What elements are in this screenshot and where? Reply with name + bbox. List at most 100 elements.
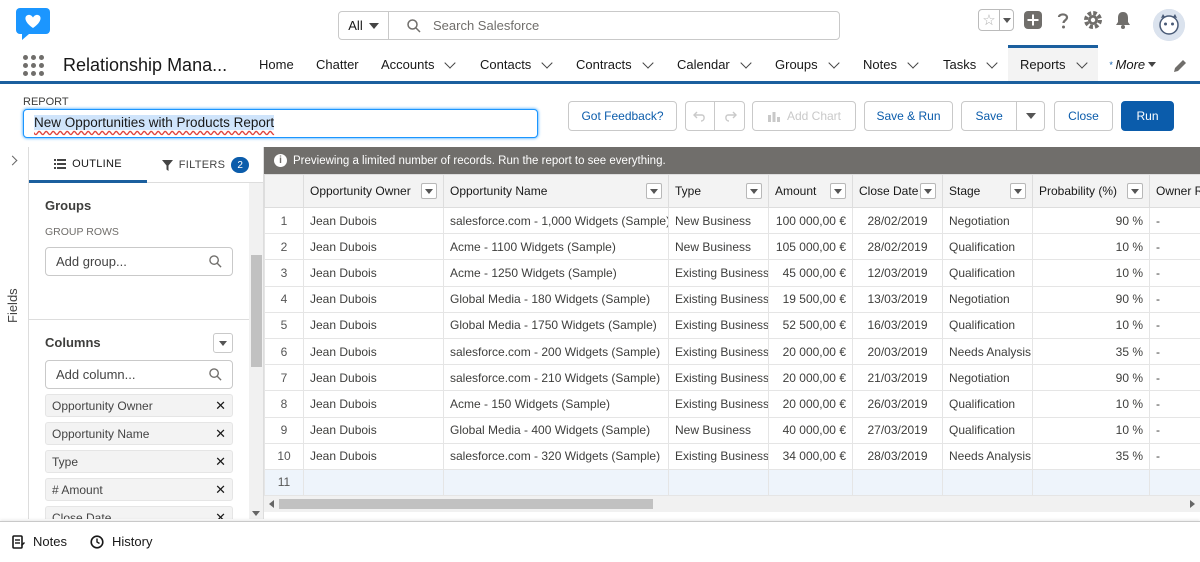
- columns-options-dropdown[interactable]: [213, 333, 233, 353]
- remove-column-icon[interactable]: ✕: [215, 510, 226, 520]
- table-row[interactable]: 1 Jean Dubois salesforce.com - 1,000 Widge…: [264, 206, 1200, 235]
- gear-icon[interactable]: [1082, 9, 1104, 31]
- table-cell[interactable]: Jean Dubois: [303, 285, 444, 313]
- report-name-input[interactable]: New Opportunities with Products Report: [23, 109, 538, 138]
- table-cell[interactable]: 105 000,00 €: [768, 233, 853, 261]
- table-cell[interactable]: -: [1149, 442, 1200, 470]
- scroll-left-arrow-icon[interactable]: [269, 500, 274, 508]
- table-cell[interactable]: Jean Dubois: [303, 206, 444, 235]
- nav-item-home[interactable]: Home: [259, 48, 294, 81]
- favorites-button[interactable]: ☆: [978, 9, 1014, 31]
- table-cell[interactable]: 20 000,00 €: [768, 337, 853, 366]
- utility-history[interactable]: History: [90, 534, 152, 549]
- table-cell[interactable]: 21/03/2019: [852, 364, 943, 392]
- table-row[interactable]: 6 Jean Dubois salesforce.com - 200 Widgets…: [264, 337, 1200, 366]
- table-cell[interactable]: 20 000,00 €: [768, 364, 853, 392]
- column-header[interactable]: Opportunity Owner: [303, 174, 444, 208]
- table-cell[interactable]: 10 %: [1032, 259, 1150, 287]
- table-cell[interactable]: Jean Dubois: [303, 442, 444, 470]
- table-row[interactable]: 11: [264, 468, 1200, 496]
- column-menu-dropdown[interactable]: [1127, 183, 1143, 199]
- nav-item-chatter[interactable]: Chatter: [316, 48, 359, 81]
- undo-icon[interactable]: [686, 102, 716, 130]
- nav-item-contracts[interactable]: Contracts: [576, 48, 654, 81]
- table-cell[interactable]: Jean Dubois: [303, 233, 444, 261]
- table-cell[interactable]: -: [1149, 233, 1200, 261]
- table-cell[interactable]: Qualification: [942, 311, 1033, 339]
- table-cell[interactable]: Global Media - 400 Widgets (Sample): [443, 416, 669, 444]
- table-cell[interactable]: 27/03/2019: [852, 416, 943, 444]
- nav-item-calendar[interactable]: Calendar: [677, 48, 752, 81]
- scrollbar-thumb[interactable]: [279, 499, 653, 509]
- table-cell[interactable]: Jean Dubois: [303, 337, 444, 366]
- table-cell[interactable]: New Business: [668, 416, 769, 444]
- redo-icon[interactable]: [715, 102, 744, 130]
- add-icon[interactable]: [1022, 9, 1044, 31]
- table-cell[interactable]: Jean Dubois: [303, 390, 444, 418]
- save-options-dropdown[interactable]: [1016, 102, 1044, 130]
- chevron-down-icon[interactable]: [827, 56, 840, 69]
- table-cell[interactable]: 12/03/2019: [852, 259, 943, 287]
- table-cell[interactable]: [1032, 468, 1150, 496]
- table-cell[interactable]: -: [1149, 337, 1200, 366]
- table-cell[interactable]: 90 %: [1032, 364, 1150, 392]
- table-cell[interactable]: 16/03/2019: [852, 311, 943, 339]
- global-search[interactable]: All Search Salesforce: [338, 11, 840, 40]
- table-cell[interactable]: Existing Business: [668, 311, 769, 339]
- table-cell[interactable]: Qualification: [942, 416, 1033, 444]
- add-column-input[interactable]: Add column...: [45, 360, 233, 389]
- table-row[interactable]: 2 Jean Dubois Acme - 1100 Widgets (Sample)…: [264, 233, 1200, 261]
- column-menu-dropdown[interactable]: [421, 183, 437, 199]
- table-row[interactable]: 3 Jean Dubois Acme - 1250 Widgets (Sample)…: [264, 259, 1200, 287]
- chevron-down-icon[interactable]: [541, 56, 553, 69]
- table-cell[interactable]: 13/03/2019: [852, 285, 943, 313]
- column-header[interactable]: Probability (%): [1032, 174, 1150, 208]
- table-cell[interactable]: Needs Analysis: [942, 442, 1033, 470]
- column-pill[interactable]: Opportunity Owner ✕: [45, 394, 233, 417]
- remove-column-icon[interactable]: ✕: [215, 482, 226, 498]
- nav-item-reports[interactable]: Reports: [1008, 45, 1098, 81]
- table-cell[interactable]: 45 000,00 €: [768, 259, 853, 287]
- chevron-down-icon[interactable]: [907, 56, 919, 69]
- table-cell[interactable]: [1149, 468, 1200, 496]
- table-row[interactable]: 10 Jean Dubois salesforce.com - 320 Widget…: [264, 442, 1200, 470]
- table-cell[interactable]: [852, 468, 943, 496]
- table-cell[interactable]: [443, 468, 669, 496]
- edit-nav-pencil-icon[interactable]: [1172, 58, 1188, 74]
- table-cell[interactable]: salesforce.com - 200 Widgets (Sample): [443, 337, 669, 366]
- chevron-down-icon[interactable]: [444, 56, 457, 69]
- table-cell[interactable]: Global Media - 180 Widgets (Sample): [443, 285, 669, 313]
- side-panel-scrollbar[interactable]: [249, 183, 263, 519]
- grid-horizontal-scrollbar[interactable]: [264, 496, 1200, 512]
- nav-item-accounts[interactable]: Accounts: [381, 48, 457, 81]
- column-header[interactable]: Stage: [942, 174, 1033, 208]
- app-logo-icon[interactable]: [14, 6, 54, 42]
- bell-icon[interactable]: [1112, 9, 1134, 31]
- table-cell[interactable]: New Business: [668, 233, 769, 261]
- star-icon[interactable]: ☆: [979, 10, 999, 30]
- chevron-down-icon[interactable]: [1075, 56, 1088, 69]
- table-cell[interactable]: Global Media - 1750 Widgets (Sample): [443, 311, 669, 339]
- table-cell[interactable]: 100 000,00 €: [768, 206, 853, 235]
- nav-more-menu[interactable]: * More: [1109, 48, 1157, 81]
- chevron-down-icon[interactable]: [740, 56, 752, 69]
- close-button[interactable]: Close: [1054, 101, 1113, 131]
- table-cell[interactable]: Jean Dubois: [303, 416, 444, 444]
- table-cell[interactable]: [768, 468, 853, 496]
- got-feedback-button[interactable]: Got Feedback?: [568, 101, 677, 131]
- table-cell[interactable]: Existing Business: [668, 285, 769, 313]
- table-row[interactable]: 4 Jean Dubois Global Media - 180 Widgets (…: [264, 285, 1200, 313]
- table-cell[interactable]: Existing Business: [668, 390, 769, 418]
- table-cell[interactable]: 28/02/2019: [852, 233, 943, 261]
- tab-outline[interactable]: OUTLINE: [29, 147, 147, 183]
- table-cell[interactable]: -: [1149, 285, 1200, 313]
- table-row[interactable]: 7 Jean Dubois salesforce.com - 210 Widgets…: [264, 364, 1200, 392]
- table-cell[interactable]: salesforce.com - 210 Widgets (Sample): [443, 364, 669, 392]
- table-cell[interactable]: 28/03/2019: [852, 442, 943, 470]
- table-cell[interactable]: 90 %: [1032, 285, 1150, 313]
- table-cell[interactable]: -: [1149, 311, 1200, 339]
- table-row[interactable]: 9 Jean Dubois Global Media - 400 Widgets (…: [264, 416, 1200, 444]
- table-cell[interactable]: -: [1149, 364, 1200, 392]
- column-pill[interactable]: Type ✕: [45, 450, 233, 473]
- remove-column-icon[interactable]: ✕: [215, 426, 226, 442]
